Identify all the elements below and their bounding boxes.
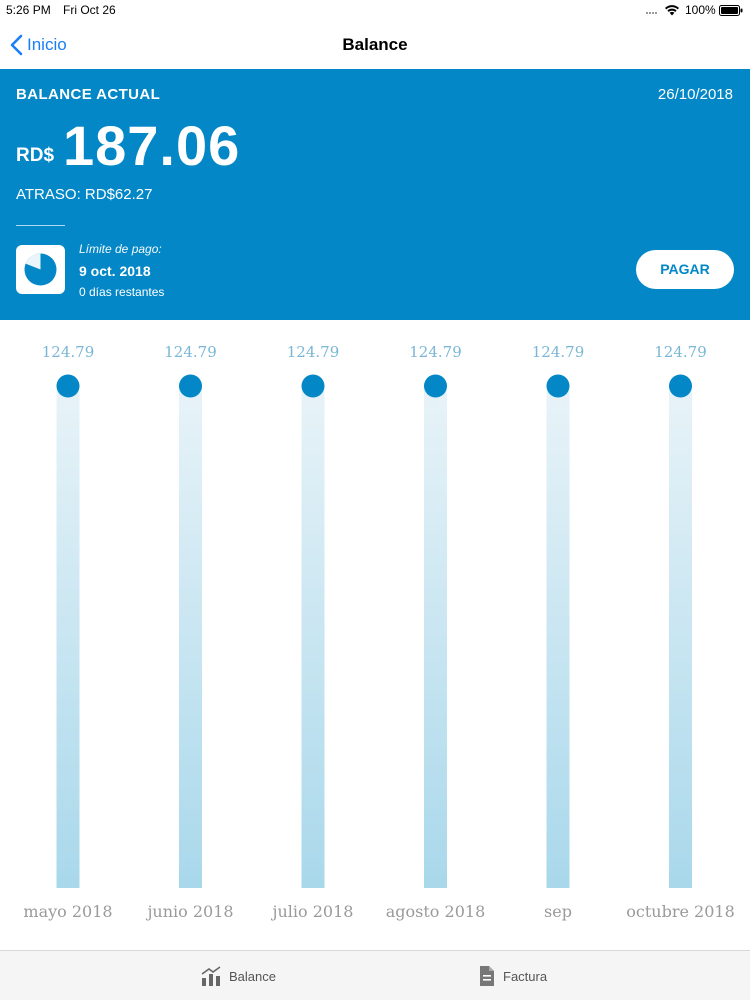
category-label: octubre 2018 [626, 902, 735, 921]
chart-point[interactable] [424, 374, 447, 398]
status-date: Fri Oct 26 [63, 3, 116, 17]
chart-bar [301, 386, 325, 888]
tab-balance-label: Balance [229, 968, 276, 984]
balance-date: 26/10/2018 [657, 86, 733, 103]
balance-label: BALANCE ACTUAL [16, 86, 161, 103]
nav-bar: Inicio Balance [0, 20, 750, 69]
status-time: 5:26 PM [6, 3, 51, 17]
signal-icon [646, 5, 662, 15]
chart-bar [546, 386, 570, 888]
data-label: 124.79 [654, 343, 707, 361]
document-icon [480, 966, 494, 986]
bar-chart-icon [201, 966, 221, 986]
balance-amount: 187.06 [63, 114, 241, 177]
balance-card: BALANCE ACTUAL 26/10/2018 RD$ 187.06 ATR… [0, 69, 750, 320]
pay-button[interactable]: PAGAR [636, 250, 734, 289]
tab-bar: Balance Factura [0, 950, 750, 1000]
wifi-icon [665, 5, 679, 16]
chart-point[interactable] [301, 374, 325, 398]
category-label: junio 2018 [145, 902, 233, 921]
category-label: julio 2018 [271, 902, 354, 921]
overdue-amount: ATRASO: RD$62.27 [16, 186, 153, 203]
category-label: sep [544, 902, 572, 921]
tab-invoice[interactable]: Factura [478, 951, 547, 1000]
chart-point[interactable] [546, 374, 570, 398]
chart-bar [669, 386, 692, 888]
tab-invoice-label: Factura [503, 968, 548, 984]
chart-point[interactable] [179, 374, 202, 398]
data-label: 124.79 [409, 343, 462, 361]
page-title: Balance [342, 35, 408, 54]
chart-bar [179, 386, 202, 888]
deadline-date: 9 oct. 2018 [79, 263, 151, 279]
chart-canvas: 124.79 mayo 2018 124.79 junio 2018 124.79 jul… [23, 343, 735, 921]
category-label: agosto 2018 [386, 902, 486, 921]
chart-bar [56, 386, 80, 888]
deadline-title: Límite de pago: [79, 242, 162, 256]
card-divider [16, 225, 65, 226]
data-label: 124.79 [532, 343, 585, 361]
tab-balance[interactable]: Balance [200, 951, 276, 1000]
battery-percent: 100% [685, 3, 716, 17]
status-bar: 5:26 PM Fri Oct 26 100% [0, 0, 750, 20]
days-remaining: 0 días restantes [79, 285, 165, 299]
category-label: mayo 2018 [23, 902, 112, 921]
data-label: 124.79 [287, 343, 340, 361]
chart-bar [424, 386, 447, 888]
data-label: 124.79 [42, 343, 95, 361]
chart-point[interactable] [669, 374, 692, 398]
chart-point[interactable] [56, 374, 80, 398]
battery-icon [719, 5, 743, 16]
currency-label: RD$ [16, 145, 55, 166]
data-label: 124.79 [164, 343, 217, 361]
calendar-progress-icon [16, 245, 65, 294]
balance-history-chart: 124.79 mayo 2018 124.79 junio 2018 124.79 jul… [0, 320, 750, 950]
